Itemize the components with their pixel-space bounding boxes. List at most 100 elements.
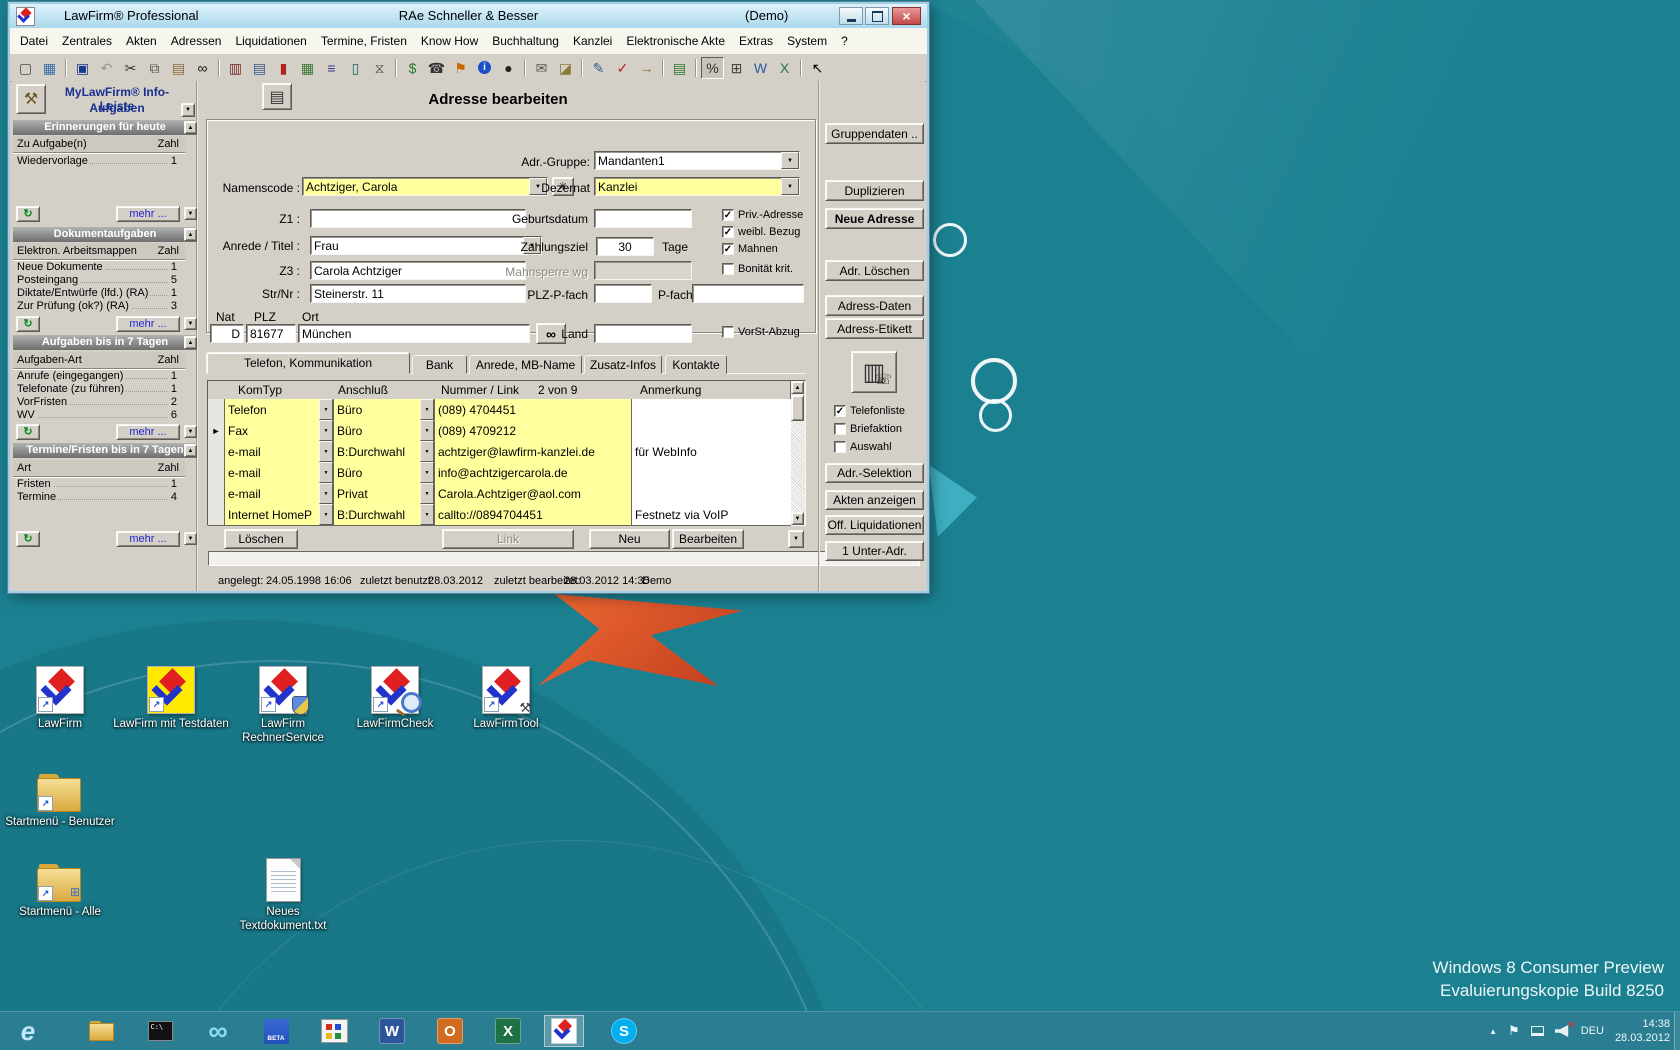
address-book-icon[interactable]: ▥ bbox=[224, 57, 247, 79]
komtyp-cell[interactable]: e-mail▼ bbox=[225, 483, 334, 504]
tab-anrede-mb-name[interactable]: Anrede, MB-Name bbox=[469, 355, 582, 374]
menu-item-akten[interactable]: Akten bbox=[126, 34, 157, 48]
row-dropdown-button[interactable]: ▼ bbox=[788, 530, 804, 548]
folder-search-icon[interactable]: ◪ bbox=[554, 57, 577, 79]
cut-icon[interactable]: ✂ bbox=[119, 57, 142, 79]
chevron-down-icon[interactable]: ▼ bbox=[420, 399, 434, 420]
menu-item-extras[interactable]: Extras bbox=[739, 34, 773, 48]
zahlungsziel-field[interactable]: 30 bbox=[596, 237, 654, 256]
ort-field[interactable]: München bbox=[298, 324, 530, 343]
chevron-down-icon[interactable]: ▼ bbox=[319, 420, 333, 441]
nummer-cell[interactable]: achtziger@lawfirm-kanzlei.de bbox=[435, 441, 632, 462]
properties-icon[interactable]: ▦ bbox=[38, 57, 61, 79]
refresh-button[interactable]: ↻ bbox=[16, 316, 40, 332]
titlebar[interactable]: LawFirm® Professional RAe Schneller & Be… bbox=[10, 4, 927, 28]
stack-icon[interactable]: ▤ bbox=[668, 57, 691, 79]
excel-icon[interactable]: X bbox=[488, 1015, 528, 1047]
nat-field[interactable]: D bbox=[210, 324, 244, 343]
infinity-app-icon[interactable]: ∞ bbox=[198, 1015, 238, 1047]
hourglass-icon[interactable]: ⧖ bbox=[368, 57, 391, 79]
calendar-icon[interactable]: ▦ bbox=[296, 57, 319, 79]
chevron-down-icon[interactable]: ▼ bbox=[319, 399, 333, 420]
tab-telefon-kommunikation[interactable]: Telefon, Kommunikation bbox=[206, 352, 410, 374]
plz-pfach-field[interactable] bbox=[594, 284, 652, 303]
menu-item-datei[interactable]: Datei bbox=[20, 34, 48, 48]
anschluss-cell[interactable]: B:Durchwahl▼ bbox=[334, 441, 435, 462]
komtyp-cell[interactable]: Fax▼ bbox=[225, 420, 334, 441]
anschluss-cell[interactable]: Büro▼ bbox=[334, 420, 435, 441]
red-book-icon[interactable]: ▮ bbox=[272, 57, 295, 79]
checkbox-vorst-abzug[interactable]: VorSt-Abzug bbox=[722, 326, 800, 338]
new-doc-icon[interactable]: ▢ bbox=[14, 57, 37, 79]
panel-scroll-down-icon[interactable]: ▼ bbox=[184, 532, 197, 545]
chevron-down-icon[interactable]: ▼ bbox=[781, 152, 799, 169]
land-field[interactable] bbox=[594, 324, 692, 343]
checklist-icon[interactable]: ✓ bbox=[611, 57, 634, 79]
undo-icon[interactable]: ↶ bbox=[95, 57, 118, 79]
anschluss-cell[interactable]: Privat▼ bbox=[334, 483, 435, 504]
namenscode-select[interactable]: Achtziger, Carola ▼ bbox=[302, 177, 548, 196]
menu-item-elektronische-akte[interactable]: Elektronische Akte bbox=[626, 34, 725, 48]
komtyp-cell[interactable]: Internet HomeP▼ bbox=[225, 504, 334, 525]
button-adress-daten[interactable]: Adress-Daten bbox=[825, 295, 924, 316]
dezernat-select[interactable]: Kanzlei ▼ bbox=[594, 177, 800, 196]
chevron-down-icon[interactable]: ▼ bbox=[420, 504, 434, 525]
checkbox-box[interactable]: ✓ bbox=[722, 226, 734, 238]
tab-bank[interactable]: Bank bbox=[412, 355, 467, 374]
close-button[interactable]: × bbox=[892, 7, 921, 25]
mehr-button[interactable]: mehr ... bbox=[116, 531, 180, 547]
komtyp-cell[interactable]: Telefon▼ bbox=[225, 399, 334, 420]
panel-scroll-down-icon[interactable]: ▼ bbox=[184, 207, 197, 220]
desktop-icon-startmenü-benutzer[interactable]: ↗Startmenü - Benutzer bbox=[2, 762, 118, 829]
table-row-3[interactable]: e-mail▼Büro▼info@achtzigercarola.de bbox=[208, 462, 791, 484]
checkbox-box[interactable] bbox=[722, 326, 734, 338]
chevron-down-icon[interactable]: ▼ bbox=[420, 441, 434, 462]
notebook-icon[interactable]: ▯ bbox=[344, 57, 367, 79]
checkbox-box[interactable]: ✓ bbox=[834, 405, 846, 417]
button-adr-löschen[interactable]: Adr. Löschen bbox=[825, 260, 924, 281]
volume-muted-icon[interactable]: × bbox=[1555, 1025, 1570, 1037]
desktop-icon-startmenü-alle[interactable]: ↗⊞Startmenü - Alle bbox=[2, 852, 118, 919]
table-row-5[interactable]: Internet HomeP▼B:Durchwahl▼callto://0894… bbox=[208, 504, 791, 526]
outlook-icon[interactable]: O bbox=[430, 1015, 470, 1047]
menu-item-kanzlei[interactable]: Kanzlei bbox=[573, 34, 612, 48]
anschluss-cell[interactable]: B:Durchwahl▼ bbox=[334, 504, 435, 525]
paint-icon[interactable] bbox=[314, 1015, 354, 1047]
tab-zusatz-infos[interactable]: Zusatz-Infos bbox=[584, 355, 662, 374]
komtyp-cell[interactable]: e-mail▼ bbox=[225, 441, 334, 462]
money-icon[interactable]: $ bbox=[401, 57, 424, 79]
checkbox-telefonliste[interactable]: ✓Telefonliste bbox=[834, 405, 905, 417]
desktop-icon-neues-textdokument-txt[interactable]: Neues Textdokument.txt bbox=[225, 852, 341, 933]
chevron-down-icon[interactable]: ▼ bbox=[420, 483, 434, 504]
anmerkung-cell[interactable]: Festnetz via VoIP bbox=[632, 504, 791, 525]
panel-scroll-up-icon[interactable]: ▲ bbox=[184, 336, 197, 349]
z3-field[interactable]: Carola Achtziger bbox=[310, 261, 526, 280]
menu-item-system[interactable]: System bbox=[787, 34, 827, 48]
komtyp-cell[interactable]: e-mail▼ bbox=[225, 462, 334, 483]
checkbox-box[interactable] bbox=[722, 263, 734, 275]
anmerkung-cell[interactable] bbox=[632, 462, 791, 483]
scroll-up-icon[interactable]: ▲ bbox=[791, 381, 804, 394]
language-indicator[interactable]: DEU bbox=[1581, 1025, 1604, 1037]
marker-icon[interactable]: ⚑ bbox=[449, 57, 472, 79]
nummer-cell[interactable]: Carola.Achtziger@aol.com bbox=[435, 483, 632, 504]
sidebar-dropdown-button[interactable]: ▼ bbox=[181, 103, 195, 117]
network-icon[interactable] bbox=[1531, 1026, 1544, 1036]
anmerkung-cell[interactable] bbox=[632, 399, 791, 420]
anmerkung-cell[interactable] bbox=[632, 420, 791, 441]
chevron-down-icon[interactable]: ▼ bbox=[319, 441, 333, 462]
chevron-down-icon[interactable]: ▼ bbox=[781, 178, 799, 195]
scroll-down-icon[interactable]: ▼ bbox=[791, 512, 804, 525]
button-adress-etikett[interactable]: Adress-Etikett bbox=[825, 318, 924, 339]
strasse-field[interactable]: Steinerstr. 11 bbox=[310, 284, 526, 303]
menu-item-buchhaltung[interactable]: Buchhaltung bbox=[492, 34, 559, 48]
menu-item-termine-fristen[interactable]: Termine, Fristen bbox=[321, 34, 407, 48]
phone-icon[interactable]: ☎ bbox=[425, 57, 448, 79]
menu-item-liquidationen[interactable]: Liquidationen bbox=[235, 34, 306, 48]
chevron-down-icon[interactable]: ▼ bbox=[319, 462, 333, 483]
mehr-button[interactable]: mehr ... bbox=[116, 316, 180, 332]
doc-export-icon[interactable]: → bbox=[635, 57, 658, 79]
beta-fish-icon[interactable]: BETA bbox=[256, 1015, 296, 1047]
copy-icon[interactable]: ⧉ bbox=[143, 57, 166, 79]
button-off-liquidationen[interactable]: Off. Liquidationen bbox=[825, 515, 924, 535]
